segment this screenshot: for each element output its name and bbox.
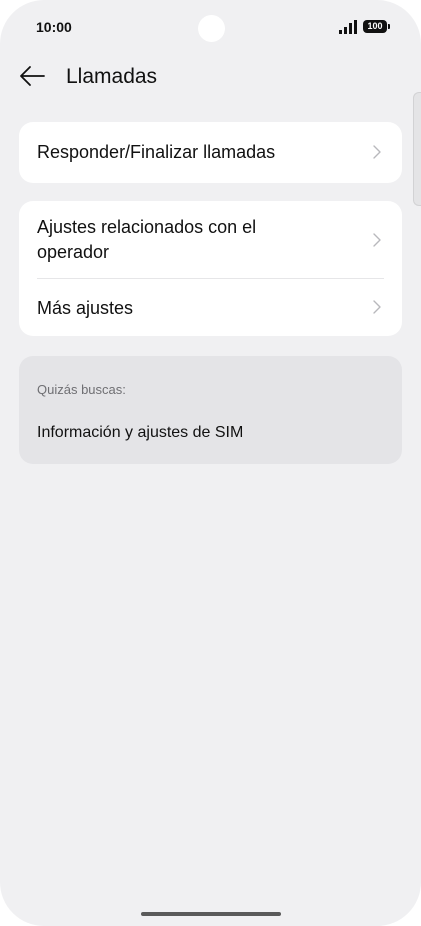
answer-end-calls-label: Responder/Finalizar llamadas — [37, 142, 276, 162]
more-settings-label: Más ajustes — [37, 298, 134, 318]
status-bar: 10:00 100 — [0, 0, 421, 52]
home-indicator[interactable] — [141, 912, 281, 916]
signal-icon — [339, 20, 357, 34]
page-title: Llamadas — [66, 65, 158, 88]
more-settings-item[interactable]: Más ajustes — [19, 279, 402, 336]
carrier-settings-label: Ajustes relacionados con el operador — [37, 217, 257, 262]
carrier-settings-item[interactable]: Ajustes relacionados con el operador — [19, 201, 402, 278]
chevron-right-icon — [373, 233, 381, 247]
battery-icon: 100 — [363, 20, 390, 33]
answer-end-calls-item[interactable]: Responder/Finalizar llamadas — [19, 122, 402, 183]
chevron-right-icon — [373, 145, 381, 159]
scrollbar[interactable] — [413, 92, 421, 206]
settings-card-calls: Responder/Finalizar llamadas — [19, 122, 402, 183]
settings-card-carrier: Ajustes relacionados con el operador Más… — [19, 201, 402, 336]
suggestions-card: Quizás buscas: Información y ajustes de … — [19, 356, 402, 464]
phone-screen: 10:00 100 Llamadas Responder/Finalizar l… — [0, 0, 421, 926]
suggestion-sim-settings-link[interactable]: Información y ajustes de SIM — [37, 424, 243, 442]
suggestions-caption: Quizás buscas: — [37, 382, 126, 397]
status-time: 10:00 — [36, 19, 72, 35]
chevron-right-icon — [373, 300, 381, 314]
battery-level: 100 — [367, 21, 383, 31]
arrow-left-icon[interactable] — [18, 64, 46, 88]
app-header: Llamadas — [0, 56, 421, 100]
front-camera-cutout — [198, 15, 225, 42]
